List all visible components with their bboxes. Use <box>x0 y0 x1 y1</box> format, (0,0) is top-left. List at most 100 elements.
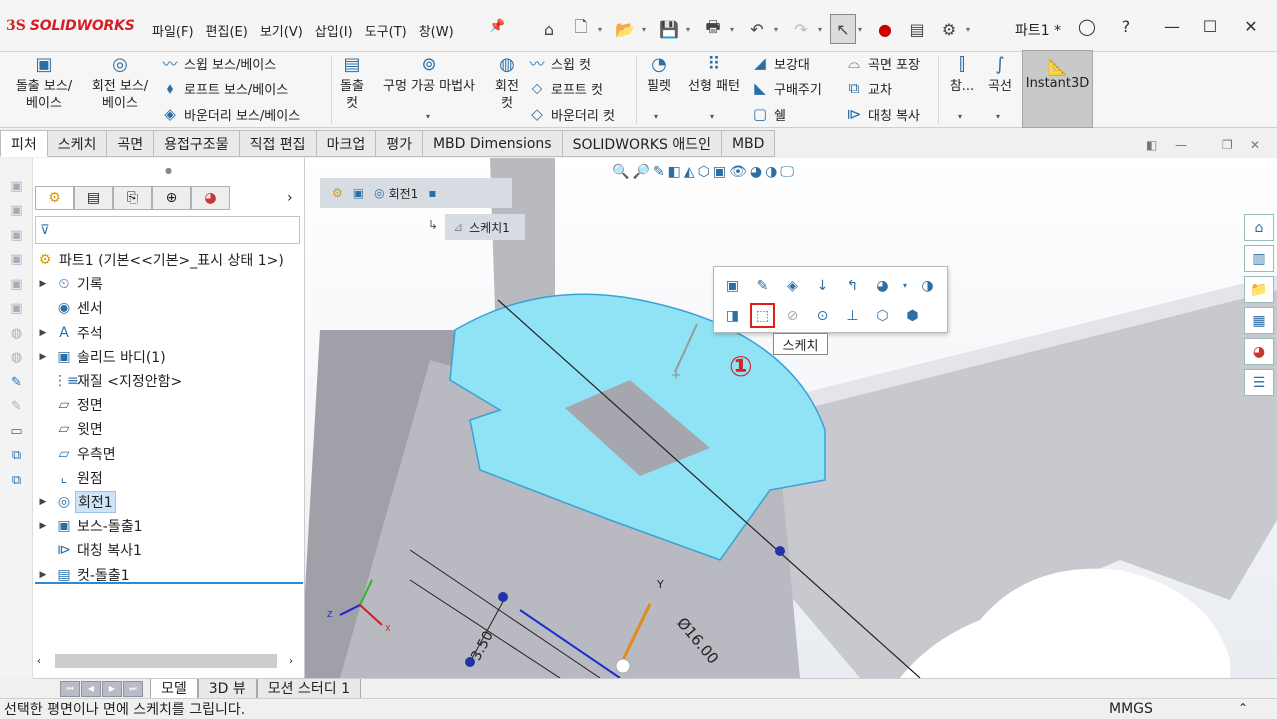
lofted-cut-button[interactable]: ⬦ 로프트 컷 <box>527 76 603 100</box>
hole-wizard-button[interactable]: ⊚ 구멍 가공 마법사 <box>372 56 486 95</box>
file-explorer-icon[interactable]: 📁 <box>1244 276 1274 303</box>
dynamic-annotation-icon[interactable]: ◭ <box>684 164 695 180</box>
hide-icon[interactable]: ⊘ <box>780 303 805 328</box>
tab-features[interactable]: 피처 <box>0 130 48 157</box>
edit-feature-icon[interactable]: ▣ <box>720 273 745 298</box>
draft-button[interactable]: ◣ 구배주기 <box>750 76 822 100</box>
color-icon[interactable]: ◑ <box>915 273 940 298</box>
help-icon[interactable]: ? <box>1114 14 1138 38</box>
close-icon[interactable]: ✕ <box>1239 14 1263 38</box>
tab-3d-views[interactable]: 3D 뷰 <box>197 678 257 699</box>
strip-tool-icon[interactable]: ▣ <box>0 248 33 273</box>
tree-item[interactable]: ⌞ 원점 <box>33 466 305 490</box>
menu-file[interactable]: 파일(F) <box>146 21 200 40</box>
horizontal-scrollbar[interactable]: ‹ › <box>33 652 305 670</box>
strip-tool-icon[interactable]: ◍ <box>0 346 33 371</box>
menu-window[interactable]: 창(W) <box>413 21 460 40</box>
rebuild-traffic-light-icon[interactable]: ● <box>870 16 900 42</box>
viewport-minimize-icon[interactable]: — <box>1175 138 1187 152</box>
edit-sketch-icon[interactable]: ✎ <box>750 273 775 298</box>
expand-arrow-icon[interactable]: ▶ <box>33 352 53 362</box>
tree-item[interactable]: ▶ ▣ 솔리드 바디(1) <box>33 345 305 369</box>
extruded-boss-button[interactable]: ▣ 돌출 보스/ 베이스 <box>8 56 80 112</box>
strip-tool-icon[interactable]: ▣ <box>0 223 33 248</box>
instant3d-button[interactable]: 📐 Instant3D <box>1022 50 1093 128</box>
normal-to-icon[interactable]: ⊥ <box>840 303 865 328</box>
strip-tool-icon[interactable]: ✎ <box>0 370 33 395</box>
revolved-boss-button[interactable]: ◎ 회전 보스/ 베이스 <box>84 56 156 112</box>
viewport-split-icon[interactable]: ◧ <box>1146 138 1157 152</box>
edit-appearance-icon[interactable]: ◈ <box>780 273 805 298</box>
zoom-to-fit-icon[interactable]: 🔍 <box>612 164 629 180</box>
custom-properties-icon[interactable]: ☰ <box>1244 369 1274 396</box>
section-view-icon[interactable]: ◧ <box>668 164 681 180</box>
expand-arrow-icon[interactable]: ▶ <box>33 497 53 507</box>
reference-geometry-button[interactable]: ⫿ 참... <box>944 56 980 95</box>
save-icon[interactable]: 💾 <box>654 16 684 42</box>
expand-arrow-icon[interactable]: ▶ <box>33 279 53 289</box>
view-icon[interactable]: ⬡ <box>870 303 895 328</box>
wrap-button[interactable]: ⌓ 곡면 포장 <box>844 51 920 75</box>
linear-pattern-button[interactable]: ⠿ 선형 패턴 <box>680 56 748 95</box>
viewport-close-icon[interactable]: ✕ <box>1250 138 1260 152</box>
swept-boss-button[interactable]: 〰 스윕 보스/베이스 <box>160 51 276 75</box>
tree-item[interactable]: ◉ 센서 <box>33 296 305 320</box>
tree-filter[interactable]: ⊽ <box>35 216 300 244</box>
first-tab-icon[interactable]: ⏮ <box>60 680 80 697</box>
zoom-area-icon[interactable]: 🔎 <box>632 164 649 180</box>
tab-mbd-dimensions[interactable]: MBD Dimensions <box>422 130 563 157</box>
tree-item[interactable]: ▶ ◎ 회전1 <box>33 490 305 514</box>
sketch-icon[interactable]: ⬚ <box>750 303 775 328</box>
breadcrumb-feature[interactable]: 회전1 <box>389 185 419 202</box>
lofted-boss-button[interactable]: ⬧ 로프트 보스/베이스 <box>160 76 289 100</box>
undo-icon[interactable]: ↶ <box>742 16 772 42</box>
feature-manager-tab-icon[interactable]: ⚙ <box>35 186 74 210</box>
boundary-cut-button[interactable]: ◇ 바운더리 컷 <box>527 102 615 126</box>
last-tab-icon[interactable]: ⏭ <box>123 680 143 697</box>
display-style-icon[interactable]: ▣ <box>713 164 726 180</box>
options-dropdown-icon[interactable]: ▾ <box>966 25 976 34</box>
configuration-manager-tab-icon[interactable]: ⎘ <box>113 186 152 210</box>
view-orientation-icon[interactable]: ⬡ <box>698 164 710 180</box>
scroll-thumb[interactable] <box>55 654 277 668</box>
solidworks-resources-icon[interactable]: ⌂ <box>1244 214 1274 241</box>
tree-item[interactable]: ▱ 우측면 <box>33 442 305 466</box>
home-icon[interactable]: ⌂ <box>534 16 564 42</box>
strip-tool-icon[interactable]: ✎ <box>0 395 33 420</box>
property-manager-tab-icon[interactable]: ▤ <box>74 186 113 210</box>
fillet-button[interactable]: ◔ 필렛 <box>640 56 678 95</box>
redo-dropdown-icon[interactable]: ▾ <box>818 25 828 34</box>
pattern-dropdown-icon[interactable]: ▾ <box>710 112 714 121</box>
tab-solidworks-addins[interactable]: SOLIDWORKS 애드인 <box>562 130 722 157</box>
hole-wizard-dropdown-icon[interactable]: ▾ <box>426 112 430 121</box>
tab-surfaces[interactable]: 곡면 <box>107 130 155 157</box>
intersect-button[interactable]: ⧉ 교차 <box>844 76 892 100</box>
minimize-icon[interactable]: — <box>1160 14 1184 38</box>
menu-edit[interactable]: 편집(E) <box>200 21 254 40</box>
options-gear-icon[interactable]: ⚙ <box>934 16 964 42</box>
curves-dropdown-icon[interactable]: ▾ <box>996 112 1000 121</box>
part-breadcrumb-icon[interactable]: ⚙ <box>332 186 343 200</box>
save-dropdown-icon[interactable]: ▾ <box>686 25 696 34</box>
boundary-boss-button[interactable]: ◈ 바운더리 보스/베이스 <box>160 102 300 126</box>
face-breadcrumb-icon[interactable]: ▪ <box>428 186 436 200</box>
tree-item[interactable]: ▱ 정면 <box>33 393 305 417</box>
select-dropdown-icon[interactable]: ▾ <box>858 25 868 34</box>
display-manager-tab-icon[interactable]: ◕ <box>191 186 230 210</box>
edit-appearance-icon[interactable]: ◕ <box>750 164 762 180</box>
revolved-cut-button[interactable]: ◍ 회전 컷 <box>490 56 524 112</box>
tab-weldments[interactable]: 용접구조물 <box>154 130 240 157</box>
rib-button[interactable]: ◢ 보강대 <box>750 51 810 75</box>
tab-sketch[interactable]: 스케치 <box>47 130 108 157</box>
view-palette-icon[interactable]: ▦ <box>1244 307 1274 334</box>
appearances-icon[interactable]: ◕ <box>1244 338 1274 365</box>
rollback-bar[interactable] <box>35 582 303 584</box>
strip-tool-icon[interactable]: ▣ <box>0 174 33 199</box>
solidworks-logo[interactable]: 3S SOLIDWORKS <box>6 18 135 34</box>
select-arrow-icon[interactable]: ↖ <box>830 14 856 44</box>
panel-grip-icon[interactable]: ● <box>165 166 172 175</box>
tab-direct-editing[interactable]: 직접 편집 <box>239 130 317 157</box>
tab-model[interactable]: 모델 <box>150 678 198 699</box>
tab-markup[interactable]: 마크업 <box>316 130 377 157</box>
expand-arrow-icon[interactable]: ▶ <box>33 521 53 531</box>
